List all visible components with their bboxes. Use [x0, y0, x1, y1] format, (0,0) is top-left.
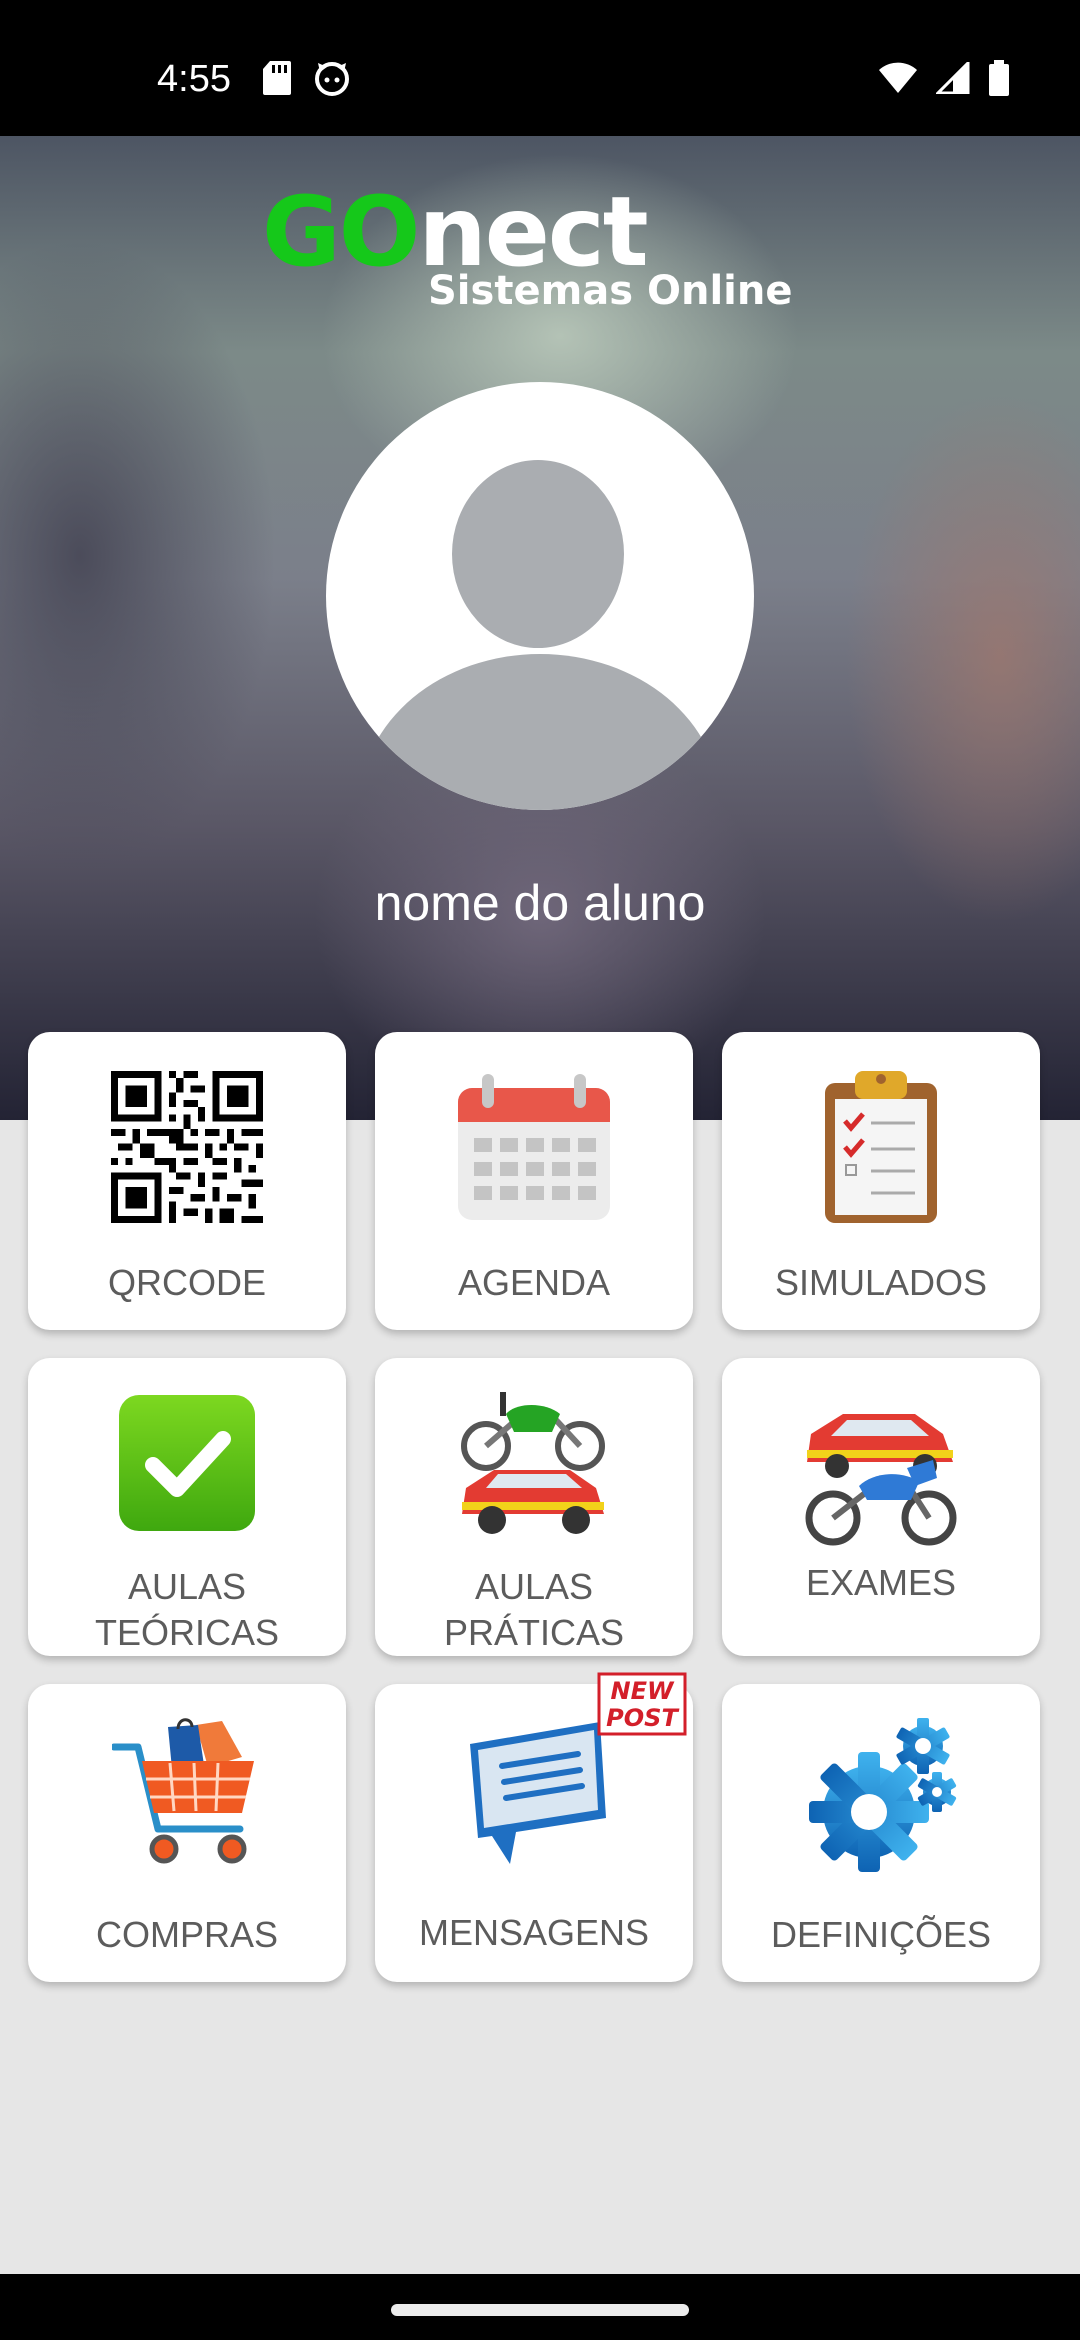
sd-card-icon [263, 61, 291, 95]
qrcode-label: QRCODE [107, 1262, 266, 1303]
simulados-tile[interactable]: SIMULADOS [722, 1032, 1040, 1330]
exames-tile[interactable]: EXAMES [722, 1358, 1040, 1656]
navigation-bar [0, 2274, 1080, 2340]
new-post-line2: POST [606, 1704, 679, 1732]
home-gesture-handle[interactable] [391, 2304, 689, 2316]
logo-subtitle: Sistemas Online [428, 268, 793, 314]
avatar-head [452, 460, 624, 648]
avatar[interactable] [326, 382, 754, 810]
gonect-logo: GOnect Sistemas Online [262, 184, 822, 314]
message-icon [470, 1722, 606, 1864]
car-motorcycle-icon [805, 1414, 957, 1546]
battery-icon [989, 60, 1009, 96]
gears-icon [809, 1718, 957, 1872]
new-post-line1: NEW [611, 1677, 675, 1705]
avatar-body [360, 654, 720, 810]
compras-tile[interactable]: COMPRAS [28, 1684, 346, 1982]
wifi-icon [879, 62, 917, 93]
qrcode-tile[interactable]: QRCODE [28, 1032, 346, 1330]
status-time: 4:55 [157, 58, 231, 100]
notification-face-icon [315, 62, 349, 96]
profile-header: GOnect Sistemas Online nome do aluno [0, 136, 1080, 1120]
aulas-teoricas-tile[interactable]: AULAS TEÓRICAS [28, 1358, 346, 1656]
definicoes-tile[interactable]: DEFINIÇÕES [722, 1684, 1040, 1982]
exames-label: EXAMES [805, 1562, 957, 1603]
new-post-badge: NEW POST [597, 1672, 687, 1736]
logo-go: GO [262, 176, 420, 288]
definicoes-label: DEFINIÇÕES [770, 1914, 992, 1955]
agenda-label: AGENDA [457, 1262, 611, 1303]
aulas-praticas-tile[interactable]: AULAS PRÁTICAS [375, 1358, 693, 1656]
checkmark-icon [119, 1395, 255, 1531]
aulas-praticas-label: AULAS PRÁTICAS [443, 1566, 625, 1653]
mensagens-tile[interactable]: NEW POST MENSAGENS [375, 1672, 693, 1982]
compras-label: COMPRAS [95, 1914, 279, 1955]
motorcycle-car-icon [461, 1392, 605, 1534]
menu-grid: QRCODE AGENDA SIMULADOS AULAS TEÓRICAS A… [28, 1032, 1040, 1982]
qrcode-icon [111, 1071, 263, 1223]
cell-signal-icon [936, 62, 970, 94]
clipboard-checklist-icon [825, 1071, 937, 1223]
agenda-tile[interactable]: AGENDA [375, 1032, 693, 1330]
status-bar: 4:55 [0, 0, 1080, 136]
student-name: nome do aluno [374, 875, 706, 931]
shopping-cart-icon [112, 1718, 254, 1864]
calendar-icon [458, 1074, 610, 1220]
aulas-teoricas-label: AULAS TEÓRICAS [94, 1566, 280, 1653]
mensagens-label: MENSAGENS [418, 1912, 650, 1953]
simulados-label: SIMULADOS [774, 1262, 988, 1303]
